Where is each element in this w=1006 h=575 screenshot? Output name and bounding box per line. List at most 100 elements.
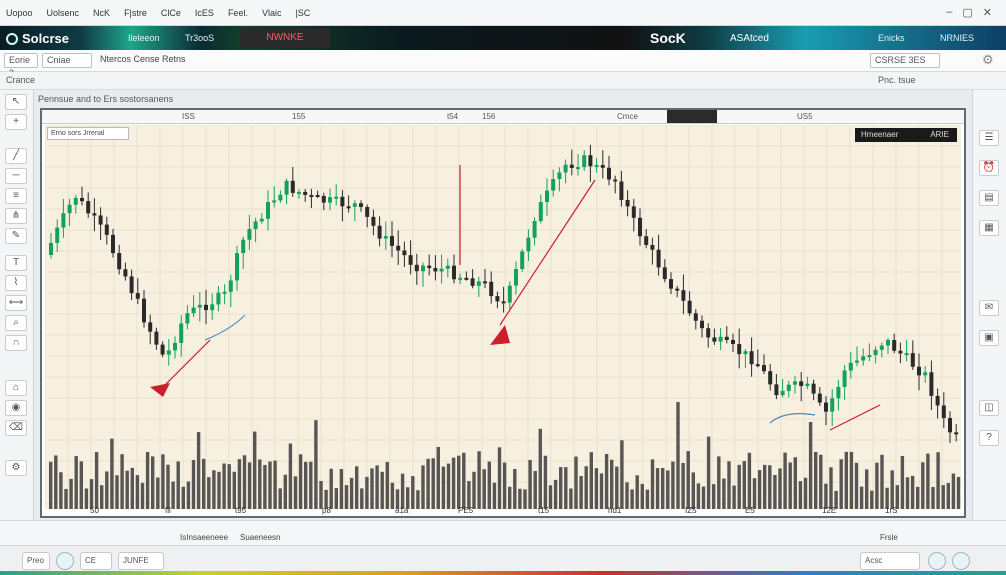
annotation-curve bbox=[769, 413, 816, 424]
maximize-icon[interactable]: ▢ bbox=[962, 6, 972, 19]
volume-bar bbox=[819, 454, 823, 509]
chat-icon[interactable]: ✉ bbox=[979, 300, 999, 316]
candle-body bbox=[910, 353, 915, 367]
trading-app-window: Uopoo Uolsenc NcK F|stre ClCe IcES Feel.… bbox=[0, 0, 1006, 575]
magnet-icon[interactable]: ∩ bbox=[5, 335, 27, 351]
refresh-icon[interactable] bbox=[928, 552, 946, 570]
banner-right-tab-2[interactable]: NRNIES bbox=[940, 33, 974, 43]
volume-bar bbox=[865, 469, 869, 509]
candle-body bbox=[737, 344, 742, 355]
candle-body bbox=[135, 293, 140, 299]
menu-item-1[interactable]: Uopoo bbox=[6, 8, 33, 18]
volume-bar bbox=[202, 458, 206, 509]
volume-bar bbox=[747, 452, 752, 509]
volume-bar bbox=[385, 461, 389, 509]
settings-icon[interactable]: ⚙ bbox=[5, 460, 27, 476]
banner-tab-1[interactable]: Ileleeon bbox=[128, 33, 160, 43]
close-icon[interactable]: ✕ bbox=[983, 6, 992, 19]
symbol-field[interactable]: Cniae bbox=[42, 53, 92, 68]
data-window-icon[interactable]: ▣ bbox=[979, 330, 999, 346]
news-icon[interactable]: ▤ bbox=[979, 190, 999, 206]
lock-icon[interactable]: ⌂ bbox=[5, 380, 27, 396]
banner-tab-2[interactable]: Tr3ooS bbox=[185, 33, 214, 43]
watchlist-icon[interactable]: ☰ bbox=[979, 130, 999, 146]
search-field[interactable]: CSRSE 3ES bbox=[870, 53, 940, 68]
time-tick: 1rS bbox=[885, 506, 898, 515]
cursor-icon[interactable]: ↖ bbox=[5, 94, 27, 110]
bottom-box-3[interactable]: JUNFE bbox=[118, 552, 164, 570]
menu-item-2[interactable]: Uolsenc bbox=[47, 8, 80, 18]
candle-body bbox=[501, 301, 506, 304]
info-value: ARIE bbox=[930, 130, 949, 139]
candle-body bbox=[303, 191, 308, 195]
gear-icon[interactable]: ⚙ bbox=[982, 52, 998, 68]
time-tick: 50 bbox=[90, 506, 99, 515]
menu-item-4[interactable]: F|stre bbox=[124, 8, 147, 18]
candle-body bbox=[80, 197, 84, 202]
candle-body bbox=[290, 180, 295, 193]
banner-accent-tab[interactable]: NWNKE bbox=[240, 28, 330, 48]
volume-bar bbox=[661, 468, 665, 509]
volume-bar bbox=[543, 455, 548, 509]
volume-bar bbox=[135, 475, 140, 509]
menu-item-8[interactable]: Vlaic bbox=[262, 8, 282, 18]
minimize-icon[interactable]: – bbox=[946, 6, 952, 19]
menu-item-6[interactable]: IcES bbox=[195, 8, 214, 18]
candle-body bbox=[935, 395, 940, 406]
candle-body bbox=[427, 265, 432, 269]
status-left: IsInsaeeneee bbox=[180, 533, 229, 542]
candle-body bbox=[402, 250, 407, 256]
candle-body bbox=[315, 194, 320, 197]
volume-bar bbox=[222, 463, 226, 509]
period-select[interactable]: Eorie 3 bbox=[4, 53, 38, 78]
volume-bar bbox=[370, 468, 374, 509]
bottom-box-2[interactable]: CE bbox=[80, 552, 112, 570]
logo-icon bbox=[6, 32, 18, 45]
fullscreen-icon[interactable] bbox=[952, 552, 970, 570]
legend[interactable]: Erno sors Jrrenal bbox=[47, 127, 129, 140]
candle-body bbox=[272, 200, 277, 203]
candle-body bbox=[582, 155, 587, 168]
zoom-icon[interactable]: ⌕ bbox=[5, 315, 27, 331]
volume-bar bbox=[829, 467, 833, 509]
candle-body bbox=[929, 372, 934, 396]
menu-item-9[interactable]: |SC bbox=[295, 8, 310, 18]
volume-bar bbox=[196, 432, 201, 509]
help-icon[interactable]: ? bbox=[979, 430, 999, 446]
candle-body bbox=[855, 360, 859, 363]
candle-body bbox=[396, 245, 401, 251]
menu-item-3[interactable]: NcK bbox=[93, 8, 110, 18]
menu-item-7[interactable]: Feel. bbox=[228, 8, 248, 18]
bottom-box-1[interactable]: Preo bbox=[22, 552, 50, 570]
volume-bar bbox=[105, 471, 109, 509]
trendline-icon[interactable]: ╱ bbox=[5, 148, 27, 164]
brush-icon[interactable]: ✎ bbox=[5, 228, 27, 244]
pitchfork-icon[interactable]: ⋔ bbox=[5, 208, 27, 224]
trash-icon[interactable]: ⌫ bbox=[5, 420, 27, 436]
play-icon[interactable] bbox=[56, 552, 74, 570]
chart-mode-button[interactable] bbox=[667, 110, 717, 123]
horizontal-line-icon[interactable]: ─ bbox=[5, 168, 27, 184]
candle-body bbox=[241, 239, 246, 254]
eye-icon[interactable]: ◉ bbox=[5, 400, 27, 416]
calendar-icon[interactable]: ▦ bbox=[979, 220, 999, 236]
pattern-icon[interactable]: ⌇ bbox=[5, 275, 27, 291]
bottom-right-box[interactable]: Acsc bbox=[860, 552, 920, 570]
time-tick: t15 bbox=[538, 506, 550, 515]
candlestick-chart[interactable] bbox=[45, 125, 961, 509]
chart-panel[interactable]: ISS 155 t54 156 Cmce US5 Erno sors Jrren… bbox=[40, 108, 966, 518]
candle-body bbox=[73, 197, 78, 205]
menu-item-5[interactable]: ClCe bbox=[161, 8, 181, 18]
text-tool-icon[interactable]: T bbox=[5, 255, 27, 271]
layers-icon[interactable]: ◫ bbox=[979, 400, 999, 416]
alert-icon[interactable]: ⏰ bbox=[979, 160, 999, 176]
chart-header: Pennsue and to Ers sostorsanens bbox=[36, 92, 970, 108]
price-plot[interactable]: Erno sors Jrrenal Hmeenaer ARIE bbox=[45, 125, 961, 509]
logo-text: Solcrse bbox=[22, 31, 69, 46]
volume-bar bbox=[528, 459, 532, 509]
fib-icon[interactable]: ≡ bbox=[5, 188, 27, 204]
measure-icon[interactable]: ⟷ bbox=[5, 295, 27, 311]
crosshair-icon[interactable]: + bbox=[5, 114, 27, 130]
banner-right-tab-1[interactable]: Enicks bbox=[878, 33, 905, 43]
candle-body bbox=[576, 167, 580, 170]
